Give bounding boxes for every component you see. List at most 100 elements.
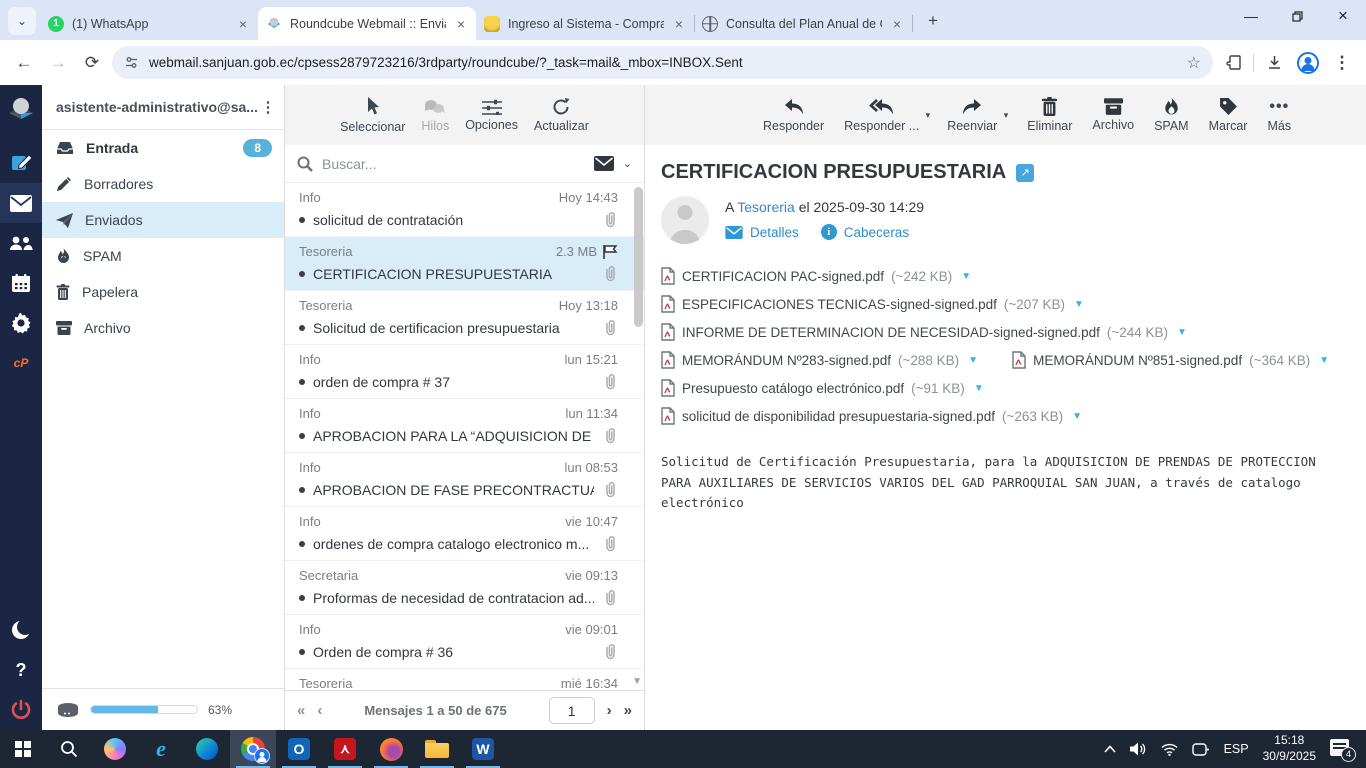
account-menu-icon[interactable]: ⋮ xyxy=(260,100,276,115)
back-button[interactable]: ← xyxy=(10,49,38,77)
taskbar-search-button[interactable] xyxy=(46,730,92,768)
more-button[interactable]: ••• Más xyxy=(1267,98,1291,133)
restore-button[interactable] xyxy=(1274,0,1320,32)
message-row[interactable]: Tesoreria Hoy 13:18 Solicitud de certific… xyxy=(285,291,644,345)
downloads-icon[interactable] xyxy=(1260,49,1288,77)
copilot-button[interactable] xyxy=(92,730,138,768)
open-in-new-window-icon[interactable]: ↗ xyxy=(1016,163,1035,182)
folder-entrada[interactable]: Entrada 8 xyxy=(42,130,284,166)
mail-nav-button[interactable] xyxy=(0,183,42,223)
recipient-link[interactable]: Tesoreria xyxy=(737,199,795,215)
next-page-icon[interactable]: › xyxy=(607,702,612,719)
notifications-icon[interactable]: 4 xyxy=(1330,739,1356,762)
tab-close-icon[interactable]: × xyxy=(890,16,904,32)
options-button[interactable]: Opciones xyxy=(465,99,518,132)
folder-papelera[interactable]: Papelera xyxy=(42,274,284,310)
message-row[interactable]: Tesoreria mié 16:34 xyxy=(285,669,644,690)
threads-button[interactable]: Hilos xyxy=(421,98,449,133)
internet-explorer-button[interactable]: e xyxy=(138,730,184,768)
tab-compras[interactable]: Ingreso al Sistema - Compras P × xyxy=(476,7,695,40)
reply-button[interactable]: Responder xyxy=(763,98,824,133)
tab-search-button[interactable]: ⌄ xyxy=(8,7,36,35)
delete-button[interactable]: Eliminar xyxy=(1027,97,1072,133)
tab-roundcube[interactable]: Roundcube Webmail :: Enviados × xyxy=(258,7,476,40)
attachment-menu-icon[interactable]: ▼ xyxy=(1070,411,1082,422)
minimize-button[interactable]: — xyxy=(1228,0,1274,32)
tab-plan-anual[interactable]: Consulta del Plan Anual de Con × xyxy=(694,7,913,40)
folder-spam[interactable]: SPAM xyxy=(42,238,284,274)
attachment-link[interactable]: Presupuesto catálogo electrónico.pdf (~9… xyxy=(661,379,984,397)
taskbar-clock[interactable]: 15:18 30/9/2025 xyxy=(1263,733,1316,764)
account-row[interactable]: asistente-administrativo@sa... ⋮ xyxy=(42,85,284,130)
start-button[interactable] xyxy=(0,730,46,768)
forward-button[interactable]: Reenviar ▾ xyxy=(947,98,1008,133)
word-button[interactable]: W xyxy=(460,730,506,768)
acrobat-button[interactable]: ⋏ xyxy=(322,730,368,768)
logout-button[interactable] xyxy=(0,690,42,730)
wifi-icon[interactable] xyxy=(1161,743,1178,756)
message-row[interactable]: Info Hoy 14:43 solicitud de contratación xyxy=(285,183,644,237)
search-options-chevron-icon[interactable]: ⌄ xyxy=(623,157,632,170)
attachment-link[interactable]: ESPECIFICACIONES TECNICAS-signed-signed.… xyxy=(661,295,1084,313)
mark-button[interactable]: Marcar xyxy=(1209,97,1247,133)
close-button[interactable]: × xyxy=(1320,0,1366,32)
page-number-input[interactable] xyxy=(548,697,595,724)
tab-close-icon[interactable]: × xyxy=(236,16,250,32)
file-explorer-button[interactable] xyxy=(414,730,460,768)
firefox-button[interactable] xyxy=(368,730,414,768)
compose-button[interactable] xyxy=(0,143,42,183)
tab-whatsapp[interactable]: 1 (1) WhatsApp × xyxy=(40,7,259,40)
headers-toggle[interactable]: i Cabeceras xyxy=(820,224,909,240)
refresh-button[interactable]: ⟳ xyxy=(78,49,106,77)
bookmark-star-icon[interactable]: ☆ xyxy=(1187,53,1201,73)
last-page-icon[interactable]: » xyxy=(624,702,632,719)
language-indicator[interactable]: ESP xyxy=(1224,742,1249,756)
search-input[interactable] xyxy=(322,155,585,172)
attachment-menu-icon[interactable]: ▼ xyxy=(1317,355,1329,366)
list-scrollbar-thumb[interactable] xyxy=(634,187,643,327)
forward-menu-icon[interactable]: ▾ xyxy=(1004,110,1009,121)
attachment-link[interactable]: INFORME DE DETERMINACION DE NECESIDAD-si… xyxy=(661,323,1187,341)
message-row[interactable]: Secretaria vie 09:13 Proformas de necesid… xyxy=(285,561,644,615)
first-page-icon[interactable]: « xyxy=(297,702,305,719)
calendar-nav-button[interactable] xyxy=(0,263,42,303)
chrome-button[interactable] xyxy=(230,730,276,768)
tray-expand-icon[interactable] xyxy=(1104,745,1116,753)
select-button[interactable]: Seleccionar xyxy=(340,96,405,134)
forward-button[interactable]: → xyxy=(44,49,72,77)
attachment-link[interactable]: solicitud de disponibilidad presupuestar… xyxy=(661,407,1082,425)
details-toggle[interactable]: Detalles xyxy=(725,225,799,240)
attachment-menu-icon[interactable]: ▼ xyxy=(959,271,971,282)
attachment-menu-icon[interactable]: ▼ xyxy=(1072,299,1084,310)
url-bar[interactable]: webmail.sanjuan.gob.ec/cpsess2879723216/… xyxy=(112,46,1213,79)
message-row-selected[interactable]: Tesoreria 2.3 MB CERTIFICACION PRESUPUEST… xyxy=(285,237,644,291)
folder-enviados[interactable]: Enviados xyxy=(42,202,284,238)
message-row[interactable]: Info vie 09:01 Orden de compra # 36 xyxy=(285,615,644,669)
scroll-down-icon[interactable]: ▼ xyxy=(632,676,642,687)
attachment-menu-icon[interactable]: ▼ xyxy=(1175,327,1187,338)
site-settings-icon[interactable] xyxy=(124,55,139,70)
contacts-nav-button[interactable] xyxy=(0,223,42,263)
edge-button[interactable] xyxy=(184,730,230,768)
volume-icon[interactable] xyxy=(1129,742,1147,756)
folder-borradores[interactable]: Borradores xyxy=(42,166,284,202)
browser-menu-icon[interactable]: ⋮ xyxy=(1328,49,1356,77)
tab-close-icon[interactable]: × xyxy=(672,16,686,32)
prev-page-icon[interactable]: ‹ xyxy=(317,702,322,719)
profile-icon[interactable] xyxy=(1294,49,1322,77)
new-tab-button[interactable]: + xyxy=(920,8,946,34)
attachment-link[interactable]: CERTIFICACION PAC-signed.pdf (~242 KB) ▼ xyxy=(661,267,971,285)
cpanel-link[interactable]: cP xyxy=(0,343,42,383)
meet-now-icon[interactable] xyxy=(1191,742,1210,756)
settings-nav-button[interactable] xyxy=(0,303,42,343)
archive-button[interactable]: Archivo xyxy=(1092,98,1134,132)
message-row[interactable]: Info lun 15:21 orden de compra # 37 xyxy=(285,345,644,399)
refresh-list-button[interactable]: Actualizar xyxy=(534,97,589,133)
folder-archivo[interactable]: Archivo xyxy=(42,310,284,346)
attachment-link[interactable]: MEMORÁNDUM Nº283-signed.pdf (~288 KB) ▼ xyxy=(661,351,978,369)
attachment-link[interactable]: MEMORÁNDUM Nº851-signed.pdf (~364 KB) ▼ xyxy=(1012,351,1329,369)
message-row[interactable]: Info lun 11:34 APROBACION PARA LA “ADQUIS… xyxy=(285,399,644,453)
spam-button[interactable]: SPAM xyxy=(1154,97,1189,133)
tab-close-icon[interactable]: × xyxy=(454,16,468,32)
message-row[interactable]: Info lun 08:53 APROBACION DE FASE PRECONT… xyxy=(285,453,644,507)
